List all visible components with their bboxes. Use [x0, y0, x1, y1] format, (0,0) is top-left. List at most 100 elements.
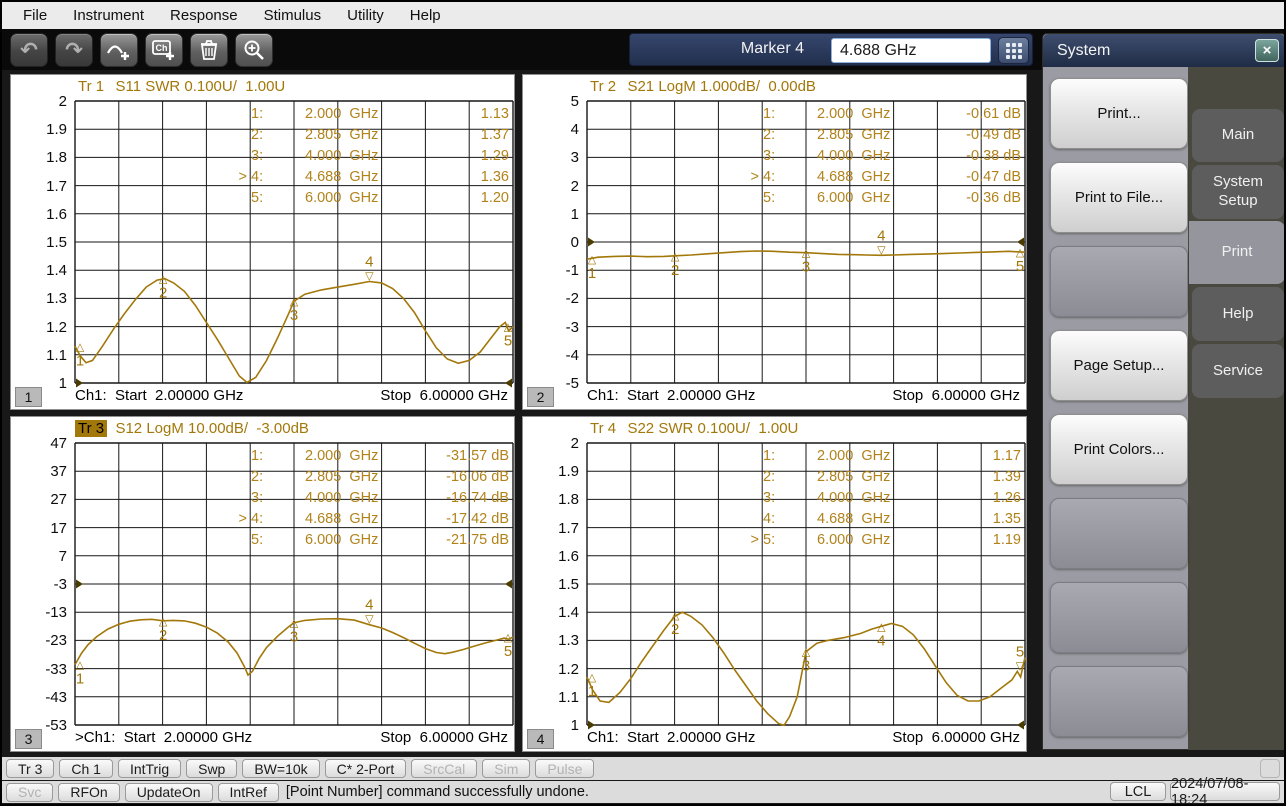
- marker-number: 1: [588, 265, 596, 282]
- marker-number: 4: [877, 227, 885, 244]
- marker-index: 5:: [251, 532, 281, 548]
- tab-service[interactable]: Service: [1192, 344, 1284, 398]
- tab-help[interactable]: Help: [1192, 287, 1284, 341]
- add-trace-icon: [106, 38, 132, 62]
- menu-item-response[interactable]: Response: [157, 2, 251, 29]
- active-marker-arrow: >: [745, 532, 759, 548]
- marker-value: -0.36 dB: [966, 190, 1021, 206]
- status-bw-10k[interactable]: BW=10k: [242, 759, 319, 778]
- reference-level-arrow: [76, 580, 83, 589]
- marker-value-input[interactable]: [831, 38, 991, 63]
- redo-button[interactable]: ↷: [55, 33, 93, 67]
- menu-item-help[interactable]: Help: [397, 2, 454, 29]
- keypad-button[interactable]: [998, 37, 1029, 64]
- marker-frequency: 2.805 GHz: [305, 127, 378, 143]
- status-intref[interactable]: IntRef: [218, 783, 279, 802]
- delete-button[interactable]: [190, 33, 228, 67]
- marker-table-row: 2:2.805 GHz1.37: [11, 127, 516, 147]
- plot-panel-tr2[interactable]: Tr 2 S21 LogM 1.000dB/ 0.00dB543210-1-2-…: [522, 74, 1027, 410]
- status-inttrig[interactable]: IntTrig: [118, 759, 181, 778]
- status-ch-1[interactable]: Ch 1: [59, 759, 113, 778]
- menu-item-file[interactable]: File: [10, 2, 60, 29]
- plot-panel-tr1[interactable]: Tr 1 S11 SWR 0.100U/ 1.00U21.91.81.71.61…: [10, 74, 515, 410]
- status-bar-row1: Tr 3Ch 1IntTrigSwpBW=10kC* 2-PortSrcCalS…: [2, 757, 1284, 780]
- marker-value: -0.38 dB: [966, 148, 1021, 164]
- marker-symbol: ▽: [877, 244, 886, 256]
- panel-button-print-colors[interactable]: Print Colors...: [1050, 414, 1188, 485]
- status-svc: Svc: [6, 783, 53, 802]
- marker-frequency: 4.688 GHz: [305, 169, 378, 185]
- marker-value: -16.06 dB: [446, 469, 509, 485]
- menu-item-instrument[interactable]: Instrument: [60, 2, 157, 29]
- marker-frequency: 2.000 GHz: [305, 448, 378, 464]
- marker-frequency: 2.805 GHz: [817, 127, 890, 143]
- close-icon[interactable]: ×: [1255, 39, 1279, 62]
- marker-frequency: 6.000 GHz: [305, 190, 378, 206]
- zoom-in-button[interactable]: [235, 33, 273, 67]
- panel-button-page-setup[interactable]: Page Setup...: [1050, 330, 1188, 401]
- menu-item-stimulus[interactable]: Stimulus: [251, 2, 335, 29]
- marker-number: 3: [290, 629, 298, 646]
- undo-button[interactable]: ↶: [10, 33, 48, 67]
- marker-symbol: ▽: [365, 614, 374, 626]
- status-updateon[interactable]: UpdateOn: [125, 783, 213, 802]
- marker-value: -31.57 dB: [446, 448, 509, 464]
- marker-index: 5:: [251, 190, 281, 206]
- channel-badge[interactable]: 2: [527, 387, 554, 407]
- marker-table-row: 5:6.000 GHz1.20: [11, 190, 516, 210]
- marker-index: 1:: [251, 448, 281, 464]
- marker-index: 5:: [763, 190, 793, 206]
- system-panel: System × Print...Print to File...Page Se…: [1042, 33, 1286, 750]
- add-trace-button[interactable]: [100, 33, 138, 67]
- marker-value: -21.75 dB: [446, 532, 509, 548]
- marker-table-row: >4:4.688 GHz-0.47 dB: [523, 169, 1028, 189]
- zoom-in-icon: [242, 38, 266, 62]
- panel-button-empty-6: [1050, 582, 1188, 653]
- marker-table-row: 2:2.805 GHz1.39: [523, 469, 1028, 489]
- marker-frequency: 4.688 GHz: [817, 169, 890, 185]
- status-bar-row2: SvcRFOnUpdateOnIntRef[Point Number] comm…: [2, 781, 1284, 803]
- menu-bar: FileInstrumentResponseStimulusUtilityHel…: [2, 2, 1284, 29]
- status-swp[interactable]: Swp: [186, 759, 237, 778]
- marker-value: -0.47 dB: [966, 169, 1021, 185]
- menu-item-utility[interactable]: Utility: [334, 2, 397, 29]
- plot-panel-tr3[interactable]: Tr 3 S12 LogM 10.00dB/ -3.00dB473727177-…: [10, 416, 515, 752]
- tab-print[interactable]: Print: [1189, 221, 1285, 284]
- marker-label: Marker 4: [741, 40, 804, 58]
- add-channel-button[interactable]: Ch: [145, 33, 183, 67]
- status-c-2-port[interactable]: C* 2-Port: [325, 759, 407, 778]
- marker-number: 4: [365, 253, 373, 270]
- marker-number: 3: [802, 658, 810, 675]
- marker-frequency: 6.000 GHz: [305, 532, 378, 548]
- tab-system-setup[interactable]: System Setup: [1192, 165, 1284, 219]
- status-sim: Sim: [482, 759, 530, 778]
- active-marker-arrow: >: [233, 169, 247, 185]
- channel-badge[interactable]: 3: [15, 729, 42, 749]
- status-pulse: Pulse: [535, 759, 594, 778]
- tab-main[interactable]: Main: [1192, 109, 1284, 162]
- marker-value: 1.37: [481, 127, 509, 143]
- marker-value: -0.61 dB: [966, 106, 1021, 122]
- marker-number: 1: [76, 671, 84, 688]
- marker-table-row: >5:6.000 GHz1.19: [523, 532, 1028, 552]
- marker-frequency: 2.000 GHz: [817, 448, 890, 464]
- marker-index: 1:: [763, 448, 793, 464]
- marker-number: 4: [365, 597, 373, 614]
- marker-number: 5: [1016, 258, 1024, 275]
- keypad-icon: [1006, 43, 1022, 59]
- marker-frequency: 6.000 GHz: [817, 532, 890, 548]
- marker-table-row: 3:4.000 GHz-16.74 dB: [11, 490, 516, 510]
- panel-button-print-to-file[interactable]: Print to File...: [1050, 162, 1188, 233]
- channel-badge[interactable]: 1: [15, 387, 42, 407]
- status-tr-3[interactable]: Tr 3: [6, 759, 54, 778]
- marker-frequency: 4.000 GHz: [817, 148, 890, 164]
- status-rfon[interactable]: RFOn: [58, 783, 119, 802]
- panel-button-print[interactable]: Print...: [1050, 78, 1188, 149]
- channel-badge[interactable]: 4: [527, 729, 554, 749]
- datetime-indicator: 2024/07/08-18:24: [1170, 782, 1280, 801]
- marker-table-row: >4:4.688 GHz-17.42 dB: [11, 511, 516, 531]
- marker-number: 3: [290, 307, 298, 324]
- marker-value: 1.26: [993, 490, 1021, 506]
- add-channel-icon: Ch: [151, 38, 177, 62]
- plot-panel-tr4[interactable]: Tr 4 S22 SWR 0.100U/ 1.00U21.91.81.71.61…: [522, 416, 1027, 752]
